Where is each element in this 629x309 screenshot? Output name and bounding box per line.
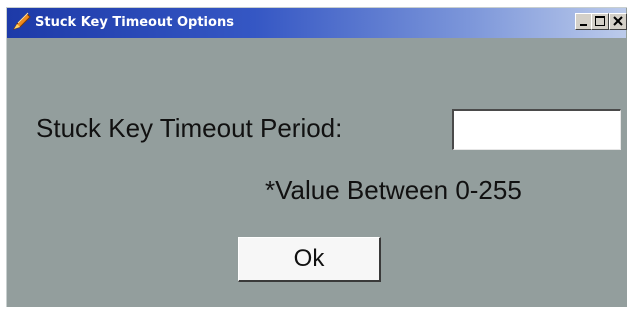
close-button[interactable] <box>609 13 627 30</box>
value-range-hint: *Value Between 0-255 <box>265 175 522 205</box>
pen-icon <box>12 12 32 32</box>
maximize-button[interactable] <box>591 13 609 30</box>
window-title: Stuck Key Timeout Options <box>35 15 234 30</box>
stuck-key-timeout-dialog: Stuck Key Timeout Options Stuck Key Time… <box>6 7 627 307</box>
title-bar[interactable]: Stuck Key Timeout Options <box>7 8 627 38</box>
ok-button[interactable]: Ok <box>238 237 381 282</box>
timeout-period-label: Stuck Key Timeout Period: <box>36 113 343 143</box>
timeout-period-input[interactable] <box>452 109 621 150</box>
